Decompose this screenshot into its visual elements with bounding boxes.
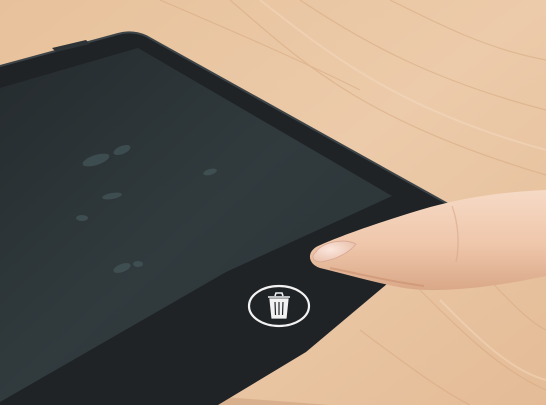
photo-scene <box>0 0 546 405</box>
trash-can-icon <box>268 292 290 319</box>
photo-canvas <box>0 0 546 405</box>
